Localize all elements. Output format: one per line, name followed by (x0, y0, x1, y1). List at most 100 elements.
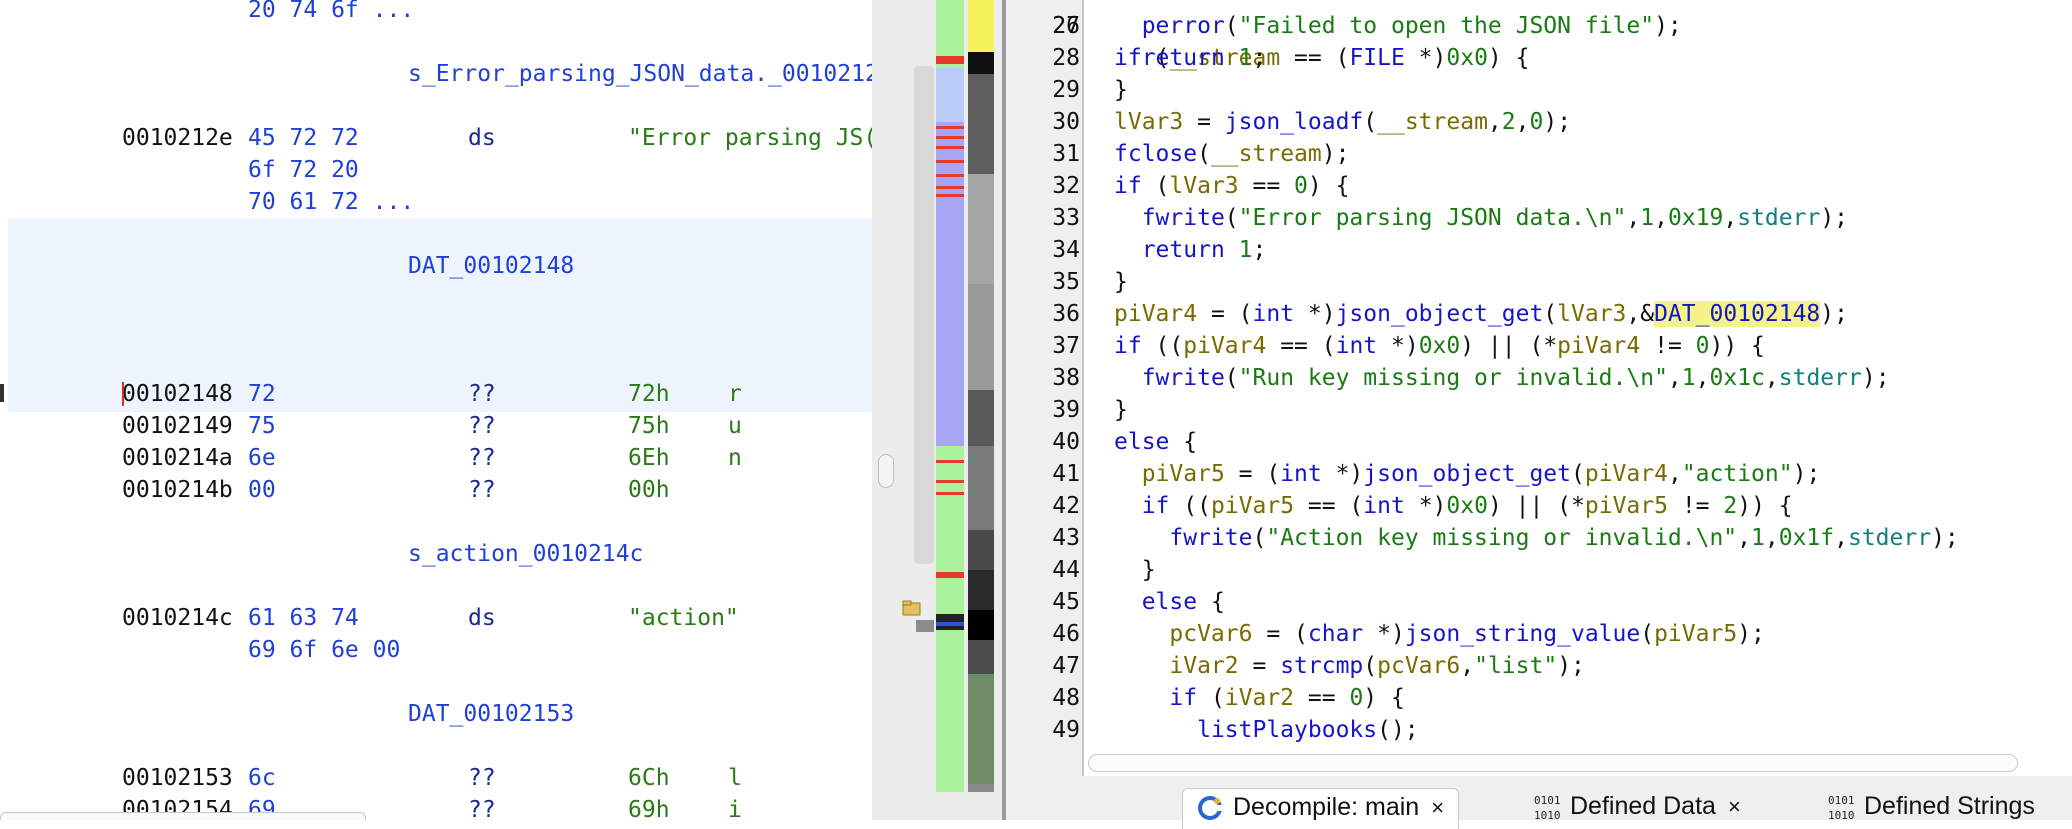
code-token[interactable]: __stream (1211, 141, 1322, 167)
code-token[interactable]: lVar3 (1114, 109, 1183, 135)
code-text[interactable]: return 1; (1114, 234, 1267, 266)
code-token[interactable]: json_loadf (1225, 109, 1363, 135)
listing-label[interactable]: s_action_0010214c (408, 538, 643, 570)
code-token[interactable]: iVar2 (1225, 685, 1294, 711)
entropy-overview-bar[interactable] (936, 0, 964, 792)
code-token[interactable]: pcVar6 (1169, 621, 1252, 647)
code-token[interactable]: iVar2 (1169, 653, 1238, 679)
code-token[interactable]: listPlaybooks (1197, 717, 1377, 743)
code-token[interactable]: lVar3 (1169, 173, 1238, 199)
code-text[interactable]: if (iVar2 == 0) { (1114, 682, 1404, 714)
code-text[interactable]: } (1114, 266, 1128, 298)
code-text[interactable]: piVar5 = (int *)json_object_get(piVar4,"… (1114, 458, 1821, 490)
listing-char: u (728, 413, 742, 439)
code-token[interactable]: json_object_get (1336, 301, 1544, 327)
listing-vertical-scrollbar[interactable] (914, 66, 934, 564)
code-text[interactable]: } (1114, 394, 1128, 426)
tab-decompile-main[interactable]: Decompile: main × (1182, 788, 1460, 829)
code-token[interactable]: __stream (1377, 109, 1488, 135)
listing-bytes: 6e (248, 445, 276, 471)
bookmark-folder-icon[interactable] (902, 600, 922, 616)
code-text[interactable]: else { (1114, 586, 1225, 618)
tab-defined-strings[interactable]: 0101 1010 Defined Strings (1828, 788, 2035, 828)
code-text[interactable]: listPlaybooks(); (1114, 714, 1419, 746)
decompiler-horizontal-scrollbar[interactable] (1088, 754, 2018, 772)
code-text[interactable]: piVar4 = (int *)json_object_get(lVar3,&D… (1114, 298, 1848, 330)
code-text[interactable]: iVar2 = strcmp(pcVar6,"list"); (1114, 650, 1585, 682)
code-token[interactable]: lVar3 (1557, 301, 1626, 327)
code-token: ; (1252, 237, 1267, 263)
code-token[interactable]: piVar5 (1654, 621, 1737, 647)
listing-label[interactable]: DAT_00102148 (408, 250, 574, 282)
code-token[interactable]: stderr (1848, 525, 1931, 551)
code-token[interactable]: piVar5 (1142, 461, 1225, 487)
line-number: 29 (1052, 77, 1080, 103)
code-token[interactable]: fwrite (1142, 205, 1225, 231)
code-token: ) || (* (1487, 493, 1585, 519)
line-number: 44 (1052, 557, 1080, 583)
code-token[interactable]: piVar5 (1211, 493, 1294, 519)
highlighted-symbol[interactable]: DAT_00102148 (1654, 301, 1821, 327)
svg-text:0101: 0101 (1534, 794, 1560, 807)
code-text[interactable]: pcVar6 = (char *)json_string_value(piVar… (1114, 618, 1764, 650)
listing-bytes: 70 61 72 ... (248, 189, 415, 215)
listing-address: 00102149 (122, 413, 233, 439)
listing-bytes: 61 63 74 (248, 605, 359, 631)
code-text[interactable]: fclose(__stream); (1114, 138, 1349, 170)
listing-label[interactable]: DAT_00102153 (408, 698, 574, 730)
code-text[interactable]: return 1; (1114, 42, 1267, 74)
tab-defined-data[interactable]: 0101 1010 Defined Data × (1534, 788, 1741, 828)
code-text[interactable]: } (1114, 554, 1156, 586)
cursor-location-marker (0, 384, 4, 402)
code-token[interactable]: stderr (1737, 205, 1820, 231)
code-token[interactable]: json_string_value (1405, 621, 1640, 647)
decompiler-panel[interactable]: 26 if (__stream == (FILE *)0x0) { 27 per… (1006, 0, 2072, 820)
listing-address: 00102153 (122, 765, 233, 791)
code-token: 1 (1238, 45, 1253, 71)
listing-panel[interactable]: 20 74 6f ... s_Error_parsing_JSON_data._… (0, 0, 872, 820)
code-token[interactable]: stderr (1779, 365, 1862, 391)
code-token: ( (1640, 621, 1655, 647)
code-text[interactable]: if ((piVar4 == (int *)0x0) || (*piVar4 !… (1114, 330, 1765, 362)
listing-label[interactable]: s_Error_parsing_JSON_data._0010212 (408, 58, 872, 90)
code-token[interactable]: fwrite (1169, 525, 1252, 551)
code-text[interactable]: if (lVar3 == 0) { (1114, 170, 1349, 202)
code-token: ); (1820, 205, 1849, 231)
listing-char: l (728, 765, 742, 791)
code-token[interactable]: strcmp (1280, 653, 1363, 679)
code-token: } (1114, 397, 1128, 423)
code-token[interactable]: fclose (1114, 141, 1197, 167)
code-token[interactable]: piVar4 (1585, 461, 1668, 487)
close-tab-icon[interactable]: × (1431, 790, 1444, 826)
code-token[interactable]: piVar4 (1114, 301, 1197, 327)
code-text[interactable]: fwrite("Error parsing JSON data.\n",1,0x… (1114, 202, 1848, 234)
code-text[interactable]: perror("Failed to open the JSON file"); (1114, 10, 1682, 42)
code-text[interactable]: fwrite("Action key missing or invalid.\n… (1114, 522, 1958, 554)
listing-horizontal-scrollbar[interactable] (0, 812, 366, 820)
code-token[interactable]: pcVar6 (1377, 653, 1460, 679)
code-token: = ( (1224, 461, 1281, 487)
split-drag-handle[interactable] (878, 454, 894, 488)
code-token: == (1238, 173, 1295, 199)
code-token: , (1723, 205, 1738, 231)
code-token[interactable]: perror (1142, 13, 1225, 39)
decompiler-icon (1198, 796, 1222, 821)
code-token[interactable]: piVar4 (1183, 333, 1266, 359)
code-token[interactable]: piVar4 (1557, 333, 1640, 359)
code-text[interactable]: } (1114, 74, 1128, 106)
code-text[interactable]: else { (1114, 426, 1197, 458)
code-text[interactable]: if ((piVar5 == (int *)0x0) || (*piVar5 !… (1114, 490, 1793, 522)
code-token: , (1737, 525, 1752, 551)
code-text[interactable]: lVar3 = json_loadf(__stream,2,0); (1114, 106, 1571, 138)
code-token: = ( (1197, 301, 1253, 327)
code-text[interactable]: fwrite("Run key missing or invalid.\n",1… (1114, 362, 1890, 394)
code-token[interactable]: json_object_get (1363, 461, 1571, 487)
address-type-overview-bar[interactable] (968, 0, 994, 792)
code-token[interactable]: piVar5 (1585, 493, 1668, 519)
code-token[interactable]: fwrite (1142, 365, 1225, 391)
code-token: 2 (1501, 109, 1516, 135)
code-token: ( (1141, 173, 1170, 199)
